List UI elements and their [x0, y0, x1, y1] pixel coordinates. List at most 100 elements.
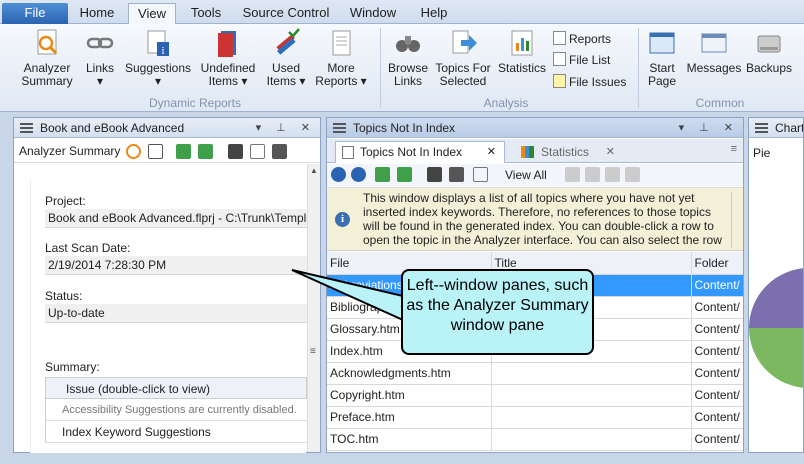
- file-list-icon: [553, 52, 566, 66]
- folder-cell[interactable]: Content/: [691, 428, 743, 451]
- print-icon[interactable]: [228, 144, 243, 159]
- rescan-icon[interactable]: [198, 144, 213, 159]
- used-items-button[interactable]: Used Items ▾: [264, 28, 308, 88]
- title-cell[interactable]: [491, 362, 692, 385]
- scan-icon[interactable]: [176, 144, 191, 159]
- tab-statistics[interactable]: Statistics ✕: [509, 142, 629, 163]
- dropdown-arrow-icon: ▾: [241, 74, 248, 88]
- folder-cell[interactable]: Content/: [691, 274, 743, 297]
- filter-icon[interactable]: [625, 167, 640, 182]
- folder-cell[interactable]: Content/: [691, 362, 743, 385]
- dropdown-arrow-icon: ▾: [299, 74, 306, 88]
- document-icon: [342, 146, 354, 159]
- scroll-grip-icon[interactable]: ≡: [310, 346, 316, 357]
- tab-source-control[interactable]: Source Control: [238, 3, 334, 24]
- rescan-icon[interactable]: [397, 167, 412, 182]
- callout: Left--window panes, such as the Analyzer…: [401, 269, 594, 355]
- statistics-button[interactable]: Statistics: [496, 28, 548, 75]
- tab-topics-not-in-index[interactable]: Topics Not In Index ✕: [335, 141, 505, 163]
- file-issues-button[interactable]: File Issues: [553, 73, 626, 91]
- file-list-button[interactable]: File List: [553, 51, 610, 69]
- tab-home[interactable]: Home: [72, 3, 122, 24]
- backups-button[interactable]: Backups: [744, 28, 794, 75]
- menu-icon[interactable]: [755, 123, 768, 133]
- title-cell[interactable]: [491, 428, 692, 451]
- more-reports-label: More Reports: [315, 61, 358, 88]
- print-icon[interactable]: [427, 167, 442, 182]
- print-preview-icon[interactable]: [473, 167, 488, 182]
- column-header-folder[interactable]: Folder: [691, 252, 743, 275]
- title-cell[interactable]: [491, 384, 692, 407]
- menu-icon[interactable]: [20, 123, 33, 133]
- tab-label: Statistics: [541, 145, 590, 159]
- file-cell[interactable]: Preface.htm: [327, 406, 492, 429]
- reports-button[interactable]: Reports: [553, 30, 611, 48]
- title-cell[interactable]: [491, 406, 692, 429]
- scroll-up-icon[interactable]: ▲: [310, 166, 318, 175]
- chart-type-label: Pie: [753, 146, 771, 160]
- table-row[interactable]: Preface.htm Content/: [327, 406, 743, 429]
- more-reports-button[interactable]: More Reports ▾: [314, 28, 368, 88]
- close-icon[interactable]: ✕: [487, 142, 496, 163]
- info-scrollbar[interactable]: [731, 192, 741, 248]
- messages-icon: [701, 33, 727, 53]
- tab-label: Topics Not In Index: [360, 145, 463, 159]
- pie-slice: [749, 328, 803, 388]
- links-button[interactable]: Links ▾: [82, 28, 118, 88]
- folder-cell[interactable]: Content/: [691, 318, 743, 341]
- info-icon[interactable]: [331, 167, 346, 182]
- tab-help[interactable]: Help: [412, 3, 456, 24]
- file-issues-label: File Issues: [569, 75, 627, 89]
- filter-icon[interactable]: [585, 167, 600, 182]
- file-cell[interactable]: Copyright.htm: [327, 384, 492, 407]
- folder-cell[interactable]: Content/: [691, 340, 743, 363]
- file-cell[interactable]: TOC.htm: [327, 428, 492, 451]
- analyzer-summary-label: Analyzer Summary: [21, 61, 73, 88]
- tab-window[interactable]: Window: [340, 3, 406, 24]
- tab-view[interactable]: View: [128, 3, 176, 25]
- summary-row[interactable]: Accessibility Suggestions are currently …: [45, 399, 307, 421]
- export-icon[interactable]: [272, 144, 287, 159]
- refresh-icon[interactable]: [351, 167, 366, 182]
- browse-links-button[interactable]: Browse Links: [386, 28, 430, 88]
- links-label: Links: [85, 61, 114, 75]
- view-all-button[interactable]: View All: [505, 168, 547, 182]
- filter-icon[interactable]: [605, 167, 620, 182]
- print-preview-icon[interactable]: [250, 144, 265, 159]
- analyzer-summary-button[interactable]: Analyzer Summary: [18, 28, 76, 88]
- folder-cell[interactable]: Content/: [691, 296, 743, 319]
- close-icon[interactable]: ✕: [606, 142, 615, 162]
- file-list-label: File List: [569, 53, 611, 67]
- pane-controls[interactable]: ▾ ⊥ ✕: [679, 118, 739, 137]
- file-cell[interactable]: Acknowledgments.htm: [327, 362, 492, 385]
- table-row[interactable]: Copyright.htm Content/: [327, 384, 743, 407]
- export-icon[interactable]: [449, 167, 464, 182]
- table-row[interactable]: TOC.htm Content/: [327, 428, 743, 451]
- undefined-items-icon: [218, 31, 236, 57]
- folder-cell[interactable]: Content/: [691, 406, 743, 429]
- messages-button[interactable]: Messages: [686, 28, 742, 75]
- status-value: Up-to-date: [45, 304, 307, 323]
- statistics-icon: [511, 30, 533, 56]
- tab-menu-icon[interactable]: ≡: [731, 143, 737, 155]
- tab-tools[interactable]: Tools: [180, 3, 232, 24]
- scan-icon[interactable]: [375, 167, 390, 182]
- analyze-icon[interactable]: [126, 144, 141, 159]
- dropdown-arrow-icon: ▾: [360, 74, 367, 88]
- pane-title-bar: Chart: [749, 118, 803, 138]
- pane-controls[interactable]: ▾ ⊥ ✕: [256, 118, 316, 137]
- summary-row[interactable]: Index Keyword Suggestions: [45, 421, 307, 443]
- binoculars-icon: [396, 36, 420, 52]
- undefined-items-button[interactable]: Undefined Items ▾: [198, 28, 258, 88]
- table-row[interactable]: Acknowledgments.htm Content/: [327, 362, 743, 385]
- folder-cell[interactable]: Content/: [691, 384, 743, 407]
- topics-for-selected-button[interactable]: Topics For Selected: [434, 28, 492, 88]
- document-tabs: Topics Not In Index ✕ Statistics ✕ ≡: [327, 139, 743, 163]
- filter-icon[interactable]: [565, 167, 580, 182]
- tab-file[interactable]: File: [2, 3, 68, 24]
- menu-icon[interactable]: [333, 123, 346, 133]
- summary-header[interactable]: Issue (double-click to view): [45, 377, 307, 399]
- suggestions-button[interactable]: i Suggestions ▾: [124, 28, 192, 88]
- list-icon[interactable]: [148, 144, 163, 159]
- start-page-button[interactable]: Start Page: [644, 28, 680, 88]
